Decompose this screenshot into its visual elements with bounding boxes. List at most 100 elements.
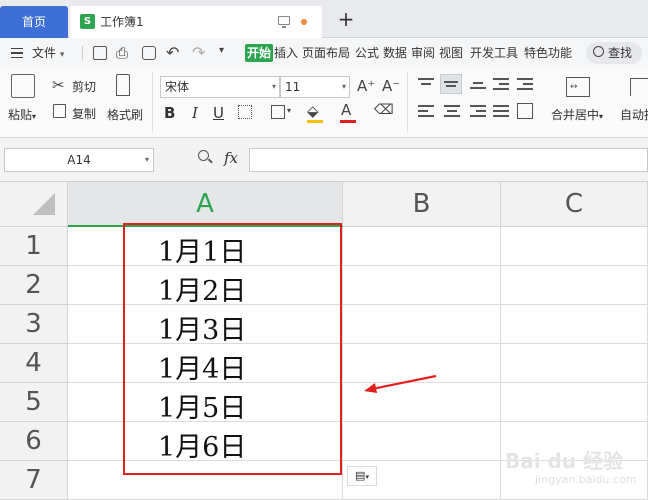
fill-color-swatch bbox=[307, 120, 323, 123]
undo-icon[interactable]: ↶ bbox=[166, 43, 179, 62]
annotation-red-box bbox=[123, 223, 342, 475]
tab-workbook[interactable]: S 工作簿1 bbox=[70, 6, 322, 38]
decrease-indent-icon[interactable] bbox=[493, 76, 509, 90]
copy-icon[interactable] bbox=[53, 104, 66, 118]
cut-button[interactable]: 剪切 bbox=[72, 78, 96, 95]
print-preview-icon[interactable] bbox=[142, 46, 156, 60]
menu-tab-developer[interactable]: 开发工具 bbox=[470, 38, 518, 68]
search-label: 查找 bbox=[608, 46, 633, 60]
row-header[interactable]: 5 bbox=[0, 383, 68, 422]
unsaved-dot-icon bbox=[301, 19, 307, 25]
merge-center-button[interactable]: 合并居中▾ bbox=[551, 106, 603, 123]
auto-wrap-button[interactable]: 自动换 bbox=[620, 106, 648, 123]
font-color-swatch bbox=[340, 120, 356, 123]
quick-access-dropdown-icon[interactable]: ▾ bbox=[219, 45, 224, 56]
cell-b3[interactable] bbox=[343, 305, 501, 344]
row-header[interactable]: 3 bbox=[0, 305, 68, 344]
formula-input[interactable] bbox=[249, 148, 648, 172]
cell-b1[interactable] bbox=[343, 227, 501, 266]
column-header-b[interactable]: B bbox=[343, 182, 501, 227]
row-header[interactable]: 6 bbox=[0, 422, 68, 461]
distributed-icon[interactable] bbox=[517, 103, 533, 119]
font-name-select[interactable]: 宋体 ▾ bbox=[160, 76, 280, 98]
align-center-icon[interactable] bbox=[444, 104, 460, 118]
cell-b2[interactable] bbox=[343, 266, 501, 305]
name-box[interactable]: A14 ▾ bbox=[4, 148, 154, 172]
divider bbox=[152, 72, 153, 132]
tab-bar: 首页 S 工作簿1 + bbox=[0, 0, 648, 38]
menu-tab-data[interactable]: 数据 bbox=[383, 38, 407, 68]
wrap-text-icon[interactable] bbox=[630, 78, 648, 96]
shrink-font-button[interactable]: A⁻ bbox=[382, 77, 400, 95]
cell-b6[interactable] bbox=[343, 422, 501, 461]
paste-options-button[interactable]: ▤▾ bbox=[347, 466, 377, 486]
cell-c4[interactable] bbox=[501, 344, 648, 383]
row-header[interactable]: 4 bbox=[0, 344, 68, 383]
row-header[interactable]: 2 bbox=[0, 266, 68, 305]
cell-style-icon[interactable] bbox=[271, 105, 285, 119]
format-painter-button[interactable]: 格式刷 bbox=[107, 106, 143, 123]
ribbon-toolbar: 粘贴▾ ✂ 剪切 复制 格式刷 宋体 ▾ 11 ▾ A⁺ A⁻ B I U ▾ ⬙ … bbox=[0, 68, 648, 138]
fill-color-icon[interactable]: ⬙ bbox=[307, 102, 319, 120]
cell-c5[interactable] bbox=[501, 383, 648, 422]
divider bbox=[407, 72, 408, 132]
increase-indent-icon[interactable] bbox=[517, 76, 533, 90]
tab-workbook-label: 工作簿1 bbox=[100, 15, 144, 29]
spreadsheet-icon: S bbox=[80, 14, 95, 29]
clipboard-icon: ▤ bbox=[355, 469, 366, 482]
font-size-select[interactable]: 11 ▾ bbox=[280, 76, 350, 98]
menu-tab-features[interactable]: 特色功能 bbox=[524, 38, 572, 68]
align-right-icon[interactable] bbox=[470, 104, 486, 118]
baidu-watermark-logo: Bai du 经验 bbox=[505, 449, 624, 473]
bold-button[interactable]: B bbox=[164, 104, 175, 122]
align-middle-icon[interactable] bbox=[440, 74, 462, 94]
scissors-icon[interactable]: ✂ bbox=[52, 76, 65, 94]
annotation-arrow-icon bbox=[364, 374, 437, 393]
menu-tab-page-layout[interactable]: 页面布局 bbox=[302, 38, 350, 68]
cell-c2[interactable] bbox=[501, 266, 648, 305]
eraser-icon[interactable]: ⌫ bbox=[374, 102, 394, 118]
baidu-watermark-url: jingyan.baidu.com bbox=[535, 473, 637, 486]
grow-font-button[interactable]: A⁺ bbox=[357, 77, 375, 95]
monitor-icon[interactable] bbox=[278, 16, 290, 28]
border-icon[interactable] bbox=[238, 105, 252, 119]
column-header-a[interactable]: A bbox=[68, 182, 343, 227]
menu-tab-start[interactable]: 开始 bbox=[245, 44, 274, 62]
column-header-c[interactable]: C bbox=[501, 182, 648, 227]
paste-icon[interactable] bbox=[11, 74, 35, 98]
divider bbox=[82, 46, 83, 60]
search-icon bbox=[593, 46, 604, 57]
zoom-icon[interactable] bbox=[198, 150, 213, 164]
menu-tab-insert[interactable]: 插入 bbox=[274, 38, 298, 68]
paste-button[interactable]: 粘贴▾ bbox=[8, 106, 36, 123]
row-header[interactable]: 1 bbox=[0, 227, 68, 266]
file-menu[interactable]: 文件 ▾ bbox=[32, 38, 64, 68]
underline-button[interactable]: U bbox=[213, 104, 224, 122]
new-tab-button[interactable]: + bbox=[335, 6, 357, 32]
search-button[interactable]: 查找 bbox=[586, 42, 642, 64]
italic-button[interactable]: I bbox=[192, 104, 198, 122]
menu-tab-review[interactable]: 审阅 bbox=[411, 38, 435, 68]
align-top-icon[interactable] bbox=[418, 76, 434, 90]
hamburger-icon[interactable] bbox=[11, 48, 23, 58]
font-color-button[interactable]: A bbox=[341, 101, 351, 119]
align-bottom-icon[interactable] bbox=[470, 76, 486, 90]
cell-style-dropdown-icon[interactable]: ▾ bbox=[287, 106, 291, 115]
format-painter-icon[interactable] bbox=[116, 74, 130, 96]
justify-icon[interactable] bbox=[493, 104, 509, 118]
save-icon[interactable] bbox=[93, 46, 107, 60]
menu-tab-view[interactable]: 视图 bbox=[439, 38, 463, 68]
tab-home[interactable]: 首页 bbox=[0, 6, 68, 38]
cell-c1[interactable] bbox=[501, 227, 648, 266]
align-left-icon[interactable] bbox=[418, 104, 434, 118]
insert-function-button[interactable]: fx bbox=[224, 149, 238, 167]
print-icon[interactable]: ⎙ bbox=[116, 44, 128, 62]
menu-bar: 文件 ▾ ⎙ ↶ ↷ ▾ 开始 插入 页面布局 公式 数据 审阅 视图 开发工具… bbox=[0, 38, 648, 68]
merge-center-icon[interactable]: ↔ bbox=[566, 77, 590, 97]
row-header[interactable]: 7 bbox=[0, 461, 68, 500]
redo-icon[interactable]: ↷ bbox=[192, 43, 205, 62]
menu-tab-formula[interactable]: 公式 bbox=[355, 38, 379, 68]
copy-button[interactable]: 复制 bbox=[72, 105, 96, 122]
cell-c3[interactable] bbox=[501, 305, 648, 344]
select-all-triangle-icon bbox=[33, 193, 55, 215]
